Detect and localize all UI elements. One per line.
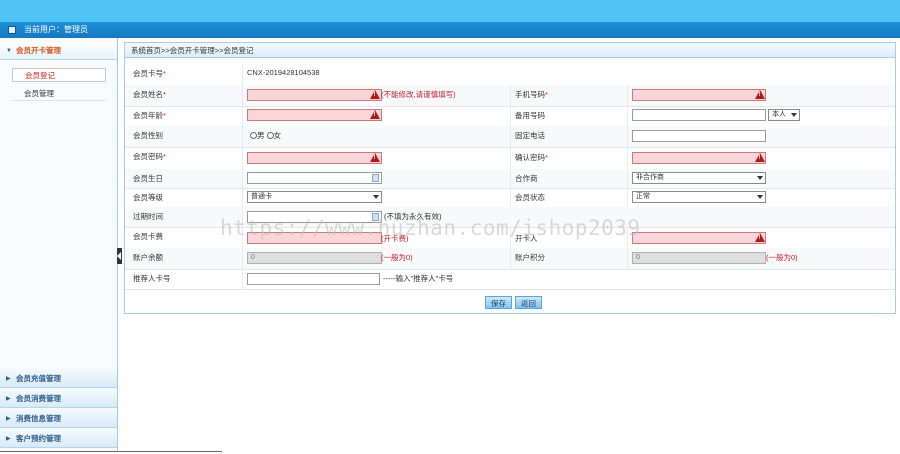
gender-male-label: 男 — [257, 131, 265, 140]
card-no-label: 会员卡号 — [133, 69, 163, 78]
birthday-input[interactable] — [247, 172, 382, 184]
phone-label: 手机号码 — [515, 90, 545, 99]
landline-label: 固定电话 — [515, 131, 545, 140]
partner-label: 合作商 — [515, 174, 538, 183]
chevron-down-icon: ▼ — [6, 48, 12, 54]
balance-input: 0 — [247, 252, 382, 264]
top-banner — [0, 0, 900, 22]
phone-input[interactable] — [632, 89, 766, 101]
gender-label: 会员性别 — [133, 131, 163, 140]
required-mark: * — [163, 69, 166, 78]
user-bar: 当前用户：管理员 — [0, 22, 900, 38]
chevron-right-icon: ▶ — [6, 376, 11, 382]
sidebar-collapse-handle[interactable] — [117, 248, 122, 264]
name-input[interactable] — [247, 89, 382, 101]
partner-select[interactable]: 非合作商 — [632, 172, 766, 184]
age-label: 会员年龄 — [133, 111, 163, 120]
name-label: 会员姓名 — [133, 90, 163, 99]
points-label: 账户积分 — [515, 253, 545, 262]
chevron-down-icon — [791, 113, 797, 117]
password-input[interactable] — [247, 152, 382, 164]
level-label: 会员等级 — [133, 193, 163, 202]
form-row-age-backup: 会员年龄* 备用号码 本人 — [125, 106, 895, 127]
warning-icon — [755, 90, 765, 99]
form-row-referrer: 推荐人卡号 -----输入"推荐人"卡号 — [125, 269, 895, 290]
current-user-label: 当前用户：管理员 — [24, 25, 88, 34]
breadcrumb: 系统首页>>会员开卡管理>>会员登记 — [125, 43, 895, 58]
gender-female-radio[interactable] — [266, 132, 274, 139]
gender-male-radio[interactable] — [250, 132, 257, 139]
backup-phone-label: 备用号码 — [515, 111, 545, 120]
points-note: (一般为0) — [766, 253, 798, 262]
form-row-gender-landline: 会员性别 男 女 固定电话 — [125, 126, 895, 148]
balance-note: (一般为0) — [381, 253, 413, 262]
chevron-down-icon — [757, 176, 763, 180]
calendar-icon[interactable] — [372, 174, 379, 182]
sidebar-group-recharge[interactable]: ▶ 会员充值管理 — [0, 370, 117, 388]
birthday-label: 会员生日 — [133, 174, 163, 183]
points-input: 0 — [632, 252, 766, 264]
landline-input[interactable] — [632, 130, 766, 142]
status-label: 会员状态 — [515, 193, 545, 202]
warning-icon — [370, 110, 380, 119]
level-select[interactable]: 普通卡 — [247, 191, 382, 203]
warning-icon — [755, 233, 765, 242]
status-select[interactable]: 正常 — [632, 191, 766, 203]
referrer-input[interactable] — [247, 273, 380, 285]
user-icon — [8, 26, 16, 34]
form-row-level-status: 会员等级 普通卡 会员状态 正常 — [125, 188, 895, 208]
divider — [0, 451, 222, 452]
chevron-right-icon: ▶ — [6, 416, 11, 422]
sidebar-group-consumption[interactable]: ▶ 会员消费管理 — [0, 390, 117, 408]
save-button[interactable]: 保存 — [485, 296, 512, 309]
card-no-value: CNX-2019428104538 — [247, 68, 320, 77]
form-row-name-phone: 会员姓名* (不能修改,请谨慎填写) 手机号码* — [125, 85, 895, 107]
referrer-label: 推荐人卡号 — [133, 274, 171, 283]
sidebar-group-consumption-info[interactable]: ▶ 消费信息管理 — [0, 410, 117, 428]
name-note: (不能修改,请谨慎填写) — [381, 90, 456, 99]
opener-input[interactable] — [632, 232, 766, 244]
sidebar-item-member-register[interactable]: 会员登记 — [12, 68, 106, 82]
member-register-panel: 系统首页>>会员开卡管理>>会员登记 会员卡号* CNX-20194281045… — [124, 42, 896, 314]
expire-label: 过期时间 — [133, 212, 163, 221]
backup-phone-owner-select[interactable]: 本人 — [768, 109, 800, 121]
fee-label: 会员卡费 — [133, 232, 163, 241]
chevron-down-icon — [373, 195, 379, 199]
age-input[interactable] — [247, 109, 382, 121]
back-button[interactable]: 返回 — [515, 296, 542, 309]
form-row-card-no: 会员卡号* CNX-2019428104538 — [125, 64, 895, 86]
watermark: https://www.huzhan.com/ishop2039 — [220, 216, 641, 240]
warning-icon — [370, 153, 380, 162]
sidebar-group-appointment[interactable]: ▶ 客户预约管理 — [0, 430, 117, 448]
form-row-balance-points: 账户余额 0 (一般为0) 账户积分 0 (一般为0) — [125, 248, 895, 270]
form-row-password: 会员密码* 确认密码* — [125, 147, 895, 170]
confirm-password-label: 确认密码 — [515, 153, 545, 162]
balance-label: 账户余额 — [133, 253, 163, 262]
chevron-right-icon: ▶ — [6, 436, 11, 442]
form-row-birthday-partner: 会员生日 合作商 非合作商 — [125, 169, 895, 189]
chevron-right-icon: ▶ — [6, 396, 11, 402]
warning-icon — [755, 153, 765, 162]
backup-phone-input[interactable] — [632, 109, 766, 121]
sidebar: ▼ 会员开卡管理 会员登记 会员管理 ▶ 会员充值管理 ▶ 会员消费管理 ▶ 消… — [0, 38, 118, 452]
password-label: 会员密码 — [133, 152, 163, 161]
warning-icon — [370, 90, 380, 99]
sidebar-item-member-manage[interactable]: 会员管理 — [12, 87, 106, 101]
referrer-note: -----输入"推荐人"卡号 — [383, 274, 454, 283]
sidebar-group-card-management[interactable]: ▼ 会员开卡管理 — [0, 42, 117, 60]
gender-female-label: 女 — [273, 131, 282, 140]
chevron-down-icon — [757, 195, 763, 199]
confirm-password-input[interactable] — [632, 152, 766, 164]
